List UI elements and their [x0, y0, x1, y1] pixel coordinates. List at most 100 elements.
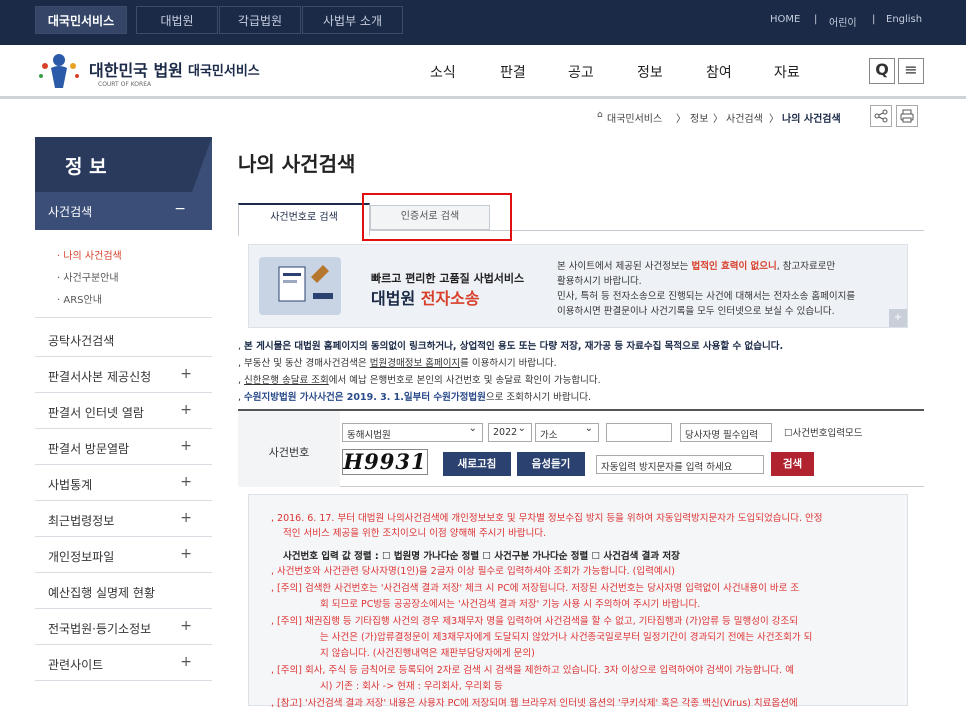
- brand-english: COURT OF KOREA: [98, 81, 152, 88]
- info-box: , 2016. 6. 17. 부터 대법원 나의사건검색에 개인정보보호 및 무…: [248, 494, 908, 709]
- plus-icon: +: [180, 438, 192, 454]
- plus-icon: +: [180, 402, 192, 418]
- plus-icon: +: [180, 546, 192, 562]
- plus-icon: +: [180, 618, 192, 634]
- search-button[interactable]: 검색: [771, 452, 814, 476]
- breadcrumb-separator: 〉: [713, 114, 723, 125]
- notice-line: , 수원지방법원 가사사건은 2019. 3. 1.일부터 수원가정법원으로 조…: [238, 392, 592, 403]
- banner-desc-line3: 민사, 특허 등 전자소송으로 진행되는 사건에 대해서는 전자소송 홈페이지를: [557, 291, 856, 302]
- sidebar-item-related-sites[interactable]: 관련사이트 +: [35, 645, 212, 681]
- home-icon[interactable]: ⌂: [597, 110, 603, 120]
- highlight-box: [362, 193, 512, 241]
- court-logo-icon[interactable]: [33, 52, 85, 92]
- info-line: , [참고] '사건검색 결과 저장' 내용은 사용자 PC에 저장되며 웹 브…: [271, 698, 798, 709]
- page-title: 나의 사건검색: [238, 152, 356, 176]
- sidebar-sub-case-types[interactable]: · 사건구분안내: [57, 269, 119, 284]
- breadcrumb-item[interactable]: 정보: [690, 110, 708, 125]
- top-link-kids[interactable]: 어린이: [829, 14, 857, 29]
- info-line: , [주의] 채권집행 등 기타집행 사건의 경우 제3채무자 명을 입력하여 …: [271, 616, 799, 627]
- toptab-courts[interactable]: 각급법원: [219, 6, 301, 34]
- party-name-input[interactable]: 당사자명 필수입력: [680, 423, 772, 442]
- notice-line: , 부동산 및 동산 경매사건검색은 법원경매정보 홈페이지를 이용하시기 바랍…: [238, 358, 557, 369]
- captcha-refresh-button[interactable]: 새로고침: [443, 452, 511, 476]
- top-link-divider: |: [814, 14, 818, 25]
- breadcrumb-current: 나의 사건검색: [782, 114, 841, 125]
- info-line: 시) 기존 : 회사 -> 현재 : 우리회사, 우리회 등: [320, 681, 503, 692]
- sidebar-title: 정 보: [35, 137, 212, 192]
- sidebar-item-budget[interactable]: 예산집행 실명제 현황: [35, 573, 212, 609]
- toptab-supreme-court[interactable]: 대법원: [136, 6, 218, 34]
- tab-case-number-search[interactable]: 사건번호로 검색: [238, 203, 370, 236]
- top-link-home[interactable]: HOME: [770, 14, 800, 25]
- plus-icon: +: [180, 510, 192, 526]
- toptab-public-service[interactable]: 대국민서비스: [35, 6, 127, 34]
- sidebar-item-statistics[interactable]: 사법통계 +: [35, 465, 212, 501]
- nav-info[interactable]: 정보: [637, 62, 663, 82]
- captcha-image: H9931: [342, 449, 428, 475]
- sidebar-item-laws[interactable]: 최근법령정보 +: [35, 501, 212, 537]
- year-select[interactable]: 2022: [488, 423, 532, 442]
- case-number-mode-checkbox[interactable]: ☐사건번호입력모드: [784, 425, 862, 439]
- banner-desc-line2: 활용하시기 바랍니다.: [557, 276, 642, 287]
- nav-participate[interactable]: 참여: [706, 62, 732, 82]
- sidebar-item-case-search[interactable]: 사건검색 −: [35, 192, 212, 230]
- top-link-english[interactable]: English: [886, 14, 922, 25]
- sidebar-sub-ars[interactable]: · ARS안내: [57, 291, 102, 306]
- notice-line: , 신한은행 송달료 조회에서 예납 은행번호로 본인의 사건번호 및 송달료 …: [238, 375, 601, 386]
- case-type-select[interactable]: 가소: [535, 423, 599, 442]
- top-link-divider: |: [872, 14, 876, 25]
- checkbox-icon[interactable]: ☐: [784, 428, 793, 439]
- brand-name[interactable]: 대한민국 법원: [89, 57, 183, 81]
- sidebar-item-deposit[interactable]: 공탁사건검색: [35, 321, 212, 357]
- breadcrumb-separator: 〉: [769, 114, 779, 125]
- plus-icon: +: [180, 474, 192, 490]
- info-line: , 사건번호와 사건관련 당사자명(1인)을 2글자 이상 필수로 입력하셔야 …: [271, 566, 676, 577]
- auction-site-link[interactable]: 법원경매정보 홈페이지: [370, 358, 460, 369]
- sidebar-item-courts-registry[interactable]: 전국법원·등기소정보 +: [35, 609, 212, 645]
- banner-tagline: 빠르고 편리한 고품질 사법서비스: [371, 272, 525, 285]
- ecourt-illustration-icon: [259, 257, 341, 315]
- print-icon[interactable]: [896, 105, 918, 127]
- sidebar-item-judgment-visit[interactable]: 판결서 방문열람 +: [35, 429, 212, 465]
- sidebar-submenu: · 나의 사건검색 · 사건구분안내 · ARS안내: [35, 230, 212, 318]
- sort-options[interactable]: 사건번호 입력 값 정렬 : ☐ 법원명 가나다순 정렬 ☐ 사건구분 가나다순…: [283, 548, 680, 562]
- nav-notice[interactable]: 공고: [568, 62, 594, 82]
- nav-news[interactable]: 소식: [430, 62, 456, 82]
- sidebar-item-judgment-copy[interactable]: 판결서사본 제공신청 +: [35, 357, 212, 393]
- nav-data[interactable]: 자료: [774, 62, 800, 82]
- captcha-input[interactable]: 자동입력 방지문자를 입력 하세요: [596, 455, 764, 474]
- banner-desc-line4: 이용하시면 판결문이나 사건기록을 모두 인터넷으로 보실 수 있습니다.: [557, 306, 835, 317]
- case-number-input[interactable]: [606, 423, 672, 442]
- menu-icon[interactable]: ≡: [898, 58, 924, 84]
- captcha-audio-button[interactable]: 음성듣기: [517, 452, 585, 476]
- breadcrumb-separator: 〉: [676, 114, 686, 125]
- share-icon[interactable]: [870, 105, 892, 127]
- court-select[interactable]: 동해시법원: [342, 423, 483, 442]
- banner-ecourt-title: 대법원 전자소송: [371, 289, 480, 308]
- nav-judgment[interactable]: 판결: [500, 62, 526, 82]
- breadcrumb-item[interactable]: 사건검색: [726, 110, 763, 125]
- sidebar-sub-my-case-search[interactable]: · 나의 사건검색: [57, 247, 122, 262]
- sidebar-item-privacy-files[interactable]: 개인정보파일 +: [35, 537, 212, 573]
- info-line: , [주의] 회사, 주식 등 금칙어로 등록되어 2자로 검색 시 검색을 제…: [271, 665, 794, 676]
- plus-icon[interactable]: +: [889, 309, 907, 327]
- case-number-label: 사건번호: [238, 411, 340, 487]
- info-line: , [주의] 검색한 사건번호는 '사건검색 결과 저장' 체크 시 PC에 저…: [271, 583, 800, 594]
- header: 대한민국 법원 대국민서비스 COURT OF KOREA 소식 판결 공고 정…: [0, 45, 966, 99]
- info-line: 회 되므로 PC방등 공공장소에서는 '사건검색 결과 저장' 기능 사용 시 …: [320, 599, 701, 610]
- info-line: 지 않습니다. (사건진행내역은 재판부담당자에게 문의): [320, 648, 535, 659]
- minus-icon[interactable]: −: [174, 201, 186, 217]
- ecourt-banner[interactable]: 빠르고 편리한 고품질 사법서비스 대법원 전자소송 본 사이트에서 제공된 사…: [248, 244, 908, 328]
- breadcrumb-item[interactable]: 대국민서비스: [607, 110, 662, 125]
- search-icon[interactable]: Q: [869, 58, 895, 84]
- info-line: 는 사건은 (가)압류결정문이 제3채무자에게 도달되지 않았거나 사건종국일로…: [320, 632, 813, 643]
- toptab-about[interactable]: 사법부 소개: [302, 6, 403, 34]
- info-line: 적인 서비스 제공을 위한 조치이오니 이점 양해해 주시기 바랍니다.: [283, 528, 547, 539]
- plus-icon: +: [180, 654, 192, 670]
- shinhan-fee-link[interactable]: 신한은행 송달료 조회: [244, 375, 329, 386]
- banner-desc-line1: 본 사이트에서 제공된 사건정보는 법적인 효력이 없으니, 참고자료로만: [557, 261, 836, 272]
- sidebar-item-judgment-online[interactable]: 판결서 인터넷 열람 +: [35, 393, 212, 429]
- plus-icon: +: [180, 366, 192, 382]
- info-line: , 2016. 6. 17. 부터 대법원 나의사건검색에 개인정보보호 및 무…: [271, 513, 823, 524]
- brand-sub[interactable]: 대국민서비스: [188, 60, 260, 79]
